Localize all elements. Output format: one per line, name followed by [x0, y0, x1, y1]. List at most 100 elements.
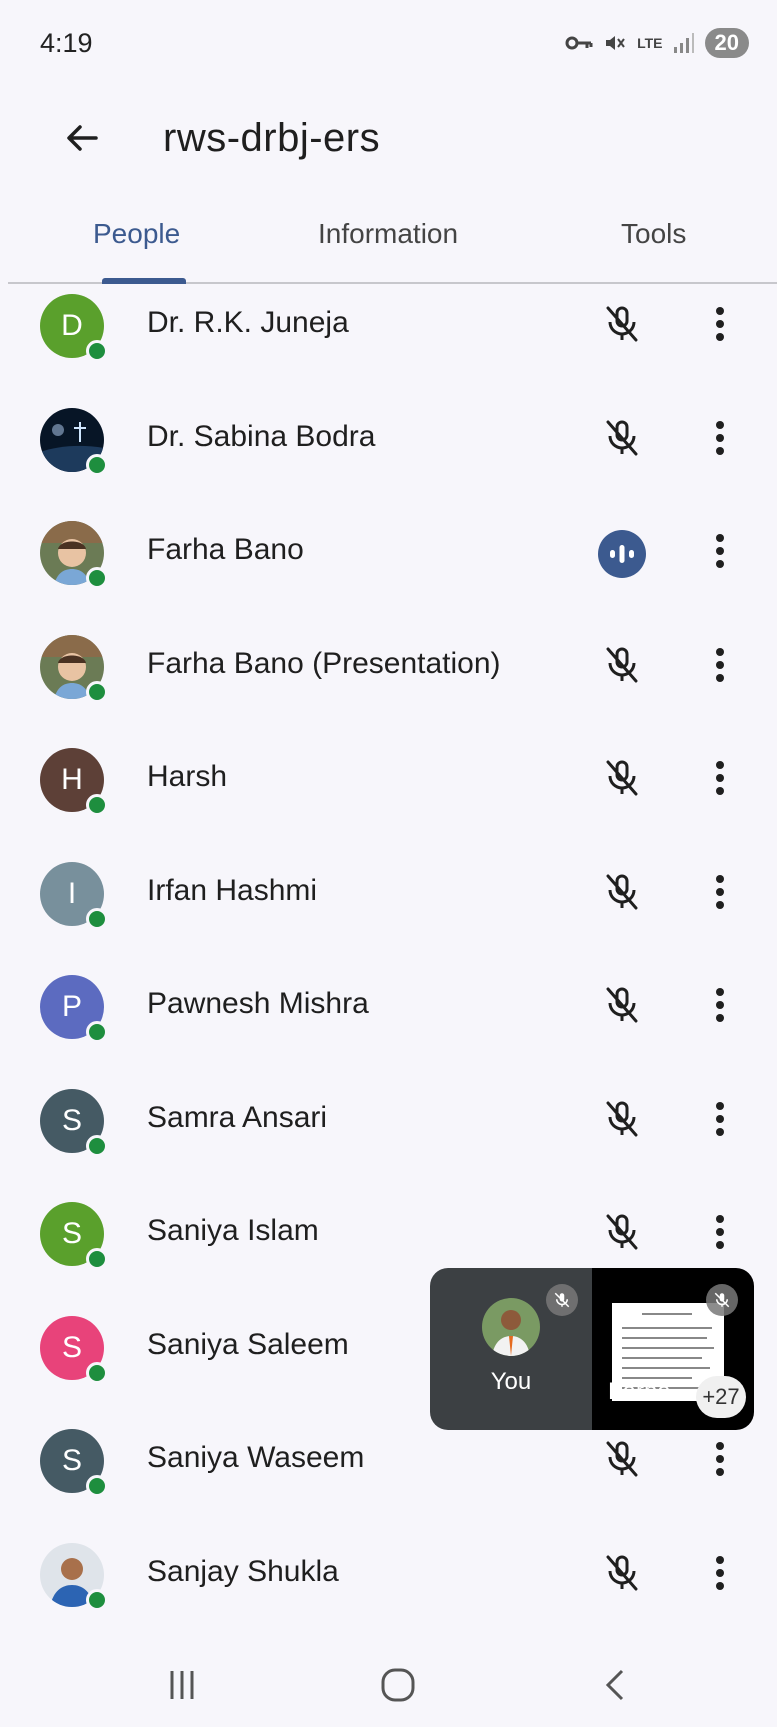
online-indicator [86, 907, 108, 930]
participant-name: Saniya Waseem [147, 1441, 365, 1474]
participant-name: Harsh [147, 760, 228, 793]
picture-in-picture[interactable]: You Farha +27 [430, 1268, 754, 1430]
chevron-left-icon [605, 1669, 624, 1701]
mic-off-icon [598, 1549, 646, 1597]
participant-name: Irfan Hashmi [147, 873, 318, 907]
more-options-button[interactable] [700, 300, 740, 348]
online-indicator [86, 1475, 108, 1497]
recents-button[interactable] [152, 1660, 212, 1710]
mic-off-icon [598, 868, 646, 916]
more-options-button[interactable] [700, 1095, 740, 1143]
avatar [40, 1542, 108, 1611]
home-button[interactable] [368, 1660, 428, 1710]
vpn-key-icon [565, 33, 593, 53]
avatar-initial: S [61, 1330, 82, 1364]
avatar-initial: S [61, 1103, 82, 1137]
avatar-initial: D [61, 309, 83, 342]
mute-icon [603, 31, 627, 55]
status-icons: LTE 20 [565, 28, 749, 58]
avatar: D [40, 294, 108, 362]
pip-self-tile[interactable]: You [430, 1268, 592, 1430]
participant-row[interactable]: Dr. Sabina Bodra [0, 382, 777, 496]
lte-icon: LTE [637, 35, 663, 51]
participant-row[interactable]: I Irfan Hashmi [0, 836, 777, 950]
avatar-initial: P [61, 990, 82, 1023]
back-button[interactable] [56, 112, 108, 164]
more-options-button[interactable] [700, 527, 740, 575]
online-indicator [86, 1021, 108, 1043]
participant-row[interactable]: P Pawnesh Mishra [0, 949, 777, 1063]
avatar-initial: H [61, 763, 83, 796]
more-options-button[interactable] [700, 1208, 740, 1256]
avatar-initial: I [67, 876, 77, 910]
participant-row[interactable]: Sanjay Shukla [0, 1517, 777, 1631]
arrow-back-icon [67, 125, 98, 151]
participant-name: Saniya Saleem [147, 1327, 349, 1361]
pip-presenter-tile[interactable]: Farha +27 [592, 1268, 754, 1430]
online-indicator [86, 1134, 108, 1157]
avatar: S [40, 1315, 108, 1384]
more-options-button[interactable] [700, 641, 740, 689]
avatar: H [40, 748, 108, 816]
participant-name: Farha Bano [147, 533, 304, 566]
avatar [40, 521, 108, 589]
participant-name: Pawnesh Mishra [147, 987, 369, 1020]
online-indicator [86, 453, 108, 476]
more-options-button[interactable] [700, 1549, 740, 1597]
mic-off-icon [598, 1435, 646, 1483]
home-icon [381, 1668, 415, 1702]
more-options-button[interactable] [700, 414, 740, 462]
pip-presenter-label: Farha [608, 1378, 671, 1405]
avatar [40, 407, 108, 476]
mic-off-icon [598, 1208, 646, 1256]
participant-name: Samra Ansari [147, 1100, 328, 1134]
participant-row[interactable]: Farha Bano [0, 495, 777, 609]
online-indicator [86, 567, 108, 589]
participant-row[interactable]: D Dr. R.K. Juneja [0, 268, 777, 382]
battery-icon: 20 [704, 28, 749, 58]
system-back-button[interactable] [586, 1660, 646, 1710]
avatar: S [40, 1088, 108, 1157]
online-indicator [86, 680, 108, 703]
more-options-button[interactable] [700, 868, 740, 916]
participant-row[interactable]: H Harsh [0, 722, 777, 836]
avatar-initial: S [61, 1217, 82, 1250]
online-indicator [86, 1361, 108, 1384]
pip-self-label: You [490, 1368, 532, 1395]
more-options-button[interactable] [700, 754, 740, 802]
participant-row[interactable]: Farha Bano (Presentation) [0, 609, 777, 723]
participant-name: Dr. R.K. Juneja [147, 306, 349, 339]
avatar: S [40, 1202, 108, 1270]
recents-icon [170, 1671, 194, 1699]
signal-icon [673, 32, 695, 54]
avatar [40, 634, 108, 703]
speaking-indicator-icon [598, 530, 646, 578]
online-indicator [86, 340, 108, 362]
more-options-button[interactable] [700, 981, 740, 1029]
mic-off-icon [706, 1284, 738, 1316]
self-avatar [482, 1298, 540, 1356]
status-time: 4:19 [40, 28, 93, 58]
participant-name: Dr. Sabina Bodra [147, 419, 376, 453]
mic-off-icon [598, 641, 646, 689]
tab-people[interactable]: People [93, 218, 180, 250]
mic-off-icon [598, 981, 646, 1029]
mic-off-icon [546, 1284, 578, 1316]
system-nav-bar [0, 1640, 777, 1727]
tab-tools[interactable]: Tools [621, 218, 686, 250]
participant-name: Farha Bano (Presentation) [147, 646, 501, 680]
avatar-initial: S [61, 1444, 82, 1477]
mic-off-icon [598, 300, 646, 348]
participant-name: Sanjay Shukla [147, 1554, 339, 1588]
mic-off-icon [598, 414, 646, 462]
participant-name: Saniya Islam [147, 1214, 319, 1247]
page-title: rws-drbj-ers [163, 116, 381, 160]
online-indicator [86, 1588, 108, 1611]
avatar: P [40, 975, 108, 1043]
more-options-button[interactable] [700, 1435, 740, 1483]
status-bar: 4:19 LTE 20 [0, 0, 777, 90]
app-bar: rws-drbj-ers [0, 90, 777, 190]
avatar: S [40, 1429, 108, 1497]
tab-information[interactable]: Information [318, 218, 458, 250]
participant-row[interactable]: S Samra Ansari [0, 1063, 777, 1177]
